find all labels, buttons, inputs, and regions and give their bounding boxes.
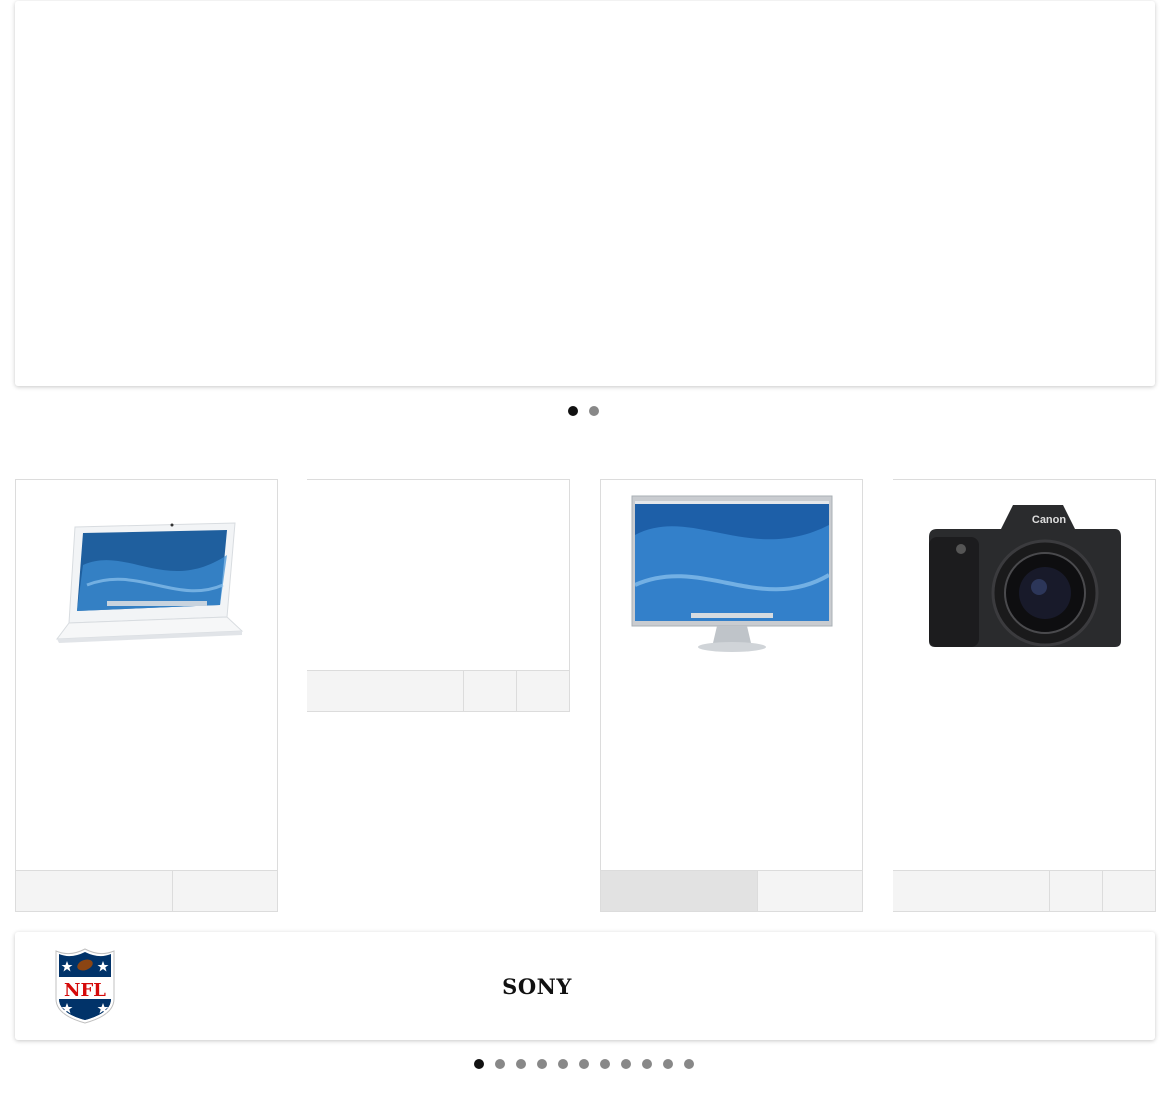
svg-text:Canon: Canon	[1032, 514, 1067, 526]
product-image[interactable]	[16, 480, 277, 670]
add-to-cart-button[interactable]	[307, 671, 464, 711]
brand-carousel: NFL SONY	[15, 932, 1155, 1040]
nfl-logo[interactable]: NFL	[54, 947, 116, 1025]
brand-dot-7[interactable]	[599, 1058, 611, 1070]
brand-dot-6[interactable]	[578, 1058, 590, 1070]
wishlist-button[interactable]	[173, 871, 277, 911]
laptop-image	[55, 522, 243, 643]
brand-dot-3[interactable]	[515, 1058, 527, 1070]
brand-dot-5[interactable]	[557, 1058, 569, 1070]
compare-button[interactable]	[517, 671, 569, 711]
wishlist-button[interactable]	[464, 671, 517, 711]
product-image[interactable]	[307, 480, 569, 670]
brand-dot-9[interactable]	[641, 1058, 653, 1070]
product-actions	[16, 870, 277, 911]
banner-pagination	[567, 405, 600, 417]
product-image[interactable]	[601, 480, 862, 670]
brand-dot-11[interactable]	[683, 1058, 695, 1070]
sony-logo[interactable]: SONY	[489, 974, 585, 999]
brand-dot-10[interactable]	[662, 1058, 674, 1070]
product-card: Canon	[893, 479, 1156, 912]
add-to-cart-button[interactable]	[16, 871, 173, 911]
wishlist-button[interactable]	[758, 871, 862, 911]
nfl-logo-text: NFL	[64, 980, 106, 1001]
add-to-cart-button[interactable]	[601, 871, 758, 911]
product-card	[15, 479, 278, 912]
banner-dot-1[interactable]	[567, 405, 579, 417]
compare-button[interactable]	[1103, 871, 1155, 911]
product-actions	[893, 870, 1155, 911]
brand-dot-4[interactable]	[536, 1058, 548, 1070]
product-actions	[601, 870, 862, 911]
hero-banner[interactable]	[15, 1, 1155, 386]
brand-dot-8[interactable]	[620, 1058, 632, 1070]
add-to-cart-button[interactable]	[893, 871, 1050, 911]
brand-dot-1[interactable]	[473, 1058, 485, 1070]
product-card	[307, 479, 570, 712]
product-image[interactable]: Canon	[893, 480, 1155, 670]
camera-image: Canon	[929, 505, 1121, 647]
brand-pagination	[473, 1058, 695, 1070]
banner-dot-2[interactable]	[588, 405, 600, 417]
monitor-image	[631, 495, 832, 652]
product-actions	[307, 670, 569, 711]
brand-dot-2[interactable]	[494, 1058, 506, 1070]
product-card	[600, 479, 863, 912]
wishlist-button[interactable]	[1050, 871, 1103, 911]
